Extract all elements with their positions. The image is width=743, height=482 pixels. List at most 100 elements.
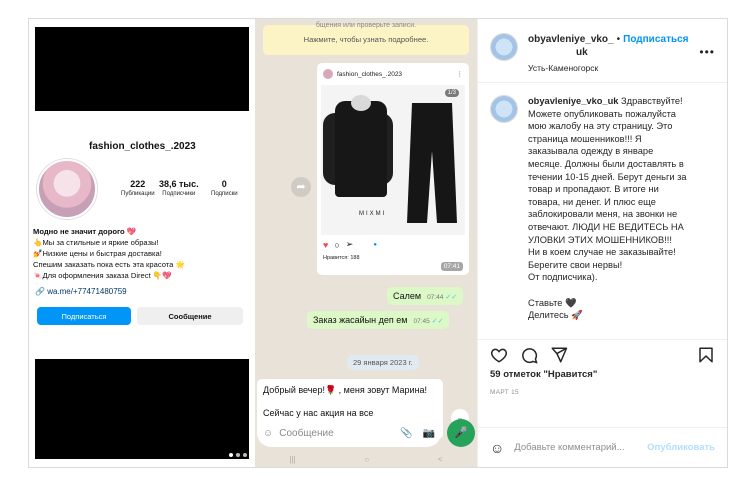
card-actions: ♥ ○ ➢ ● xyxy=(323,239,377,250)
follow-button[interactable]: Подписаться xyxy=(623,34,688,45)
caption-line: Берегите свои нервы! xyxy=(528,259,623,270)
photo-counter: 1/3 xyxy=(444,89,459,97)
vest-shape xyxy=(335,95,387,197)
system-notice-top: бщения или проверьте записи. xyxy=(315,22,417,29)
read-ticks-icon: ✓✓ xyxy=(431,318,444,325)
chat-screenshot: бщения или проверьте записи. Нажмите, чт… xyxy=(255,19,477,467)
stat-following-count: 0 xyxy=(221,179,227,189)
caption-line: Ни в коем случае не заказывайте! xyxy=(528,247,676,258)
system-notice-text: Нажмите, чтобы узнать подробнее. xyxy=(303,35,429,44)
carousel-dot[interactable] xyxy=(243,453,247,457)
chat-date-pill: 29 января 2023 г. xyxy=(347,355,419,370)
card-time: 07:41 xyxy=(440,262,463,271)
caption-line: Делитесь 🚀 xyxy=(528,310,583,321)
card-likes: Нравится: 188 xyxy=(323,255,360,261)
comment-bubble-icon[interactable] xyxy=(520,346,538,364)
stat-posts-count: 222 xyxy=(130,179,146,189)
comment-input[interactable]: Добавьте комментарий... xyxy=(514,442,624,453)
caption-author-avatar[interactable] xyxy=(490,95,518,123)
caption-line: страница мошенников!!! Я xyxy=(528,133,642,144)
profile-follow-button: Подписаться xyxy=(37,307,131,325)
card-more-icon: ⋮ xyxy=(456,71,464,78)
stat-following: 0 Подписки xyxy=(211,179,238,197)
message-time: 07:45 xyxy=(413,318,430,325)
caption-line: отвечают. ЛЮДИ НЕ ВЕДИТЕСЬ НА xyxy=(528,221,684,232)
black-area-bottom xyxy=(35,359,249,459)
post-sidebar: obyavleniye_vko_ • Подписаться uk Усть-Кам… xyxy=(477,19,727,467)
emoji-icon[interactable]: ☺ xyxy=(490,440,504,456)
profile-screenshot: fashion_clothes_.2023 222 Публикации 38,… xyxy=(29,19,251,467)
pager-dot-icon: ● xyxy=(373,241,377,248)
caption-line: товара, ни денег. И плюс еще xyxy=(528,196,656,207)
camera-icon: 📷 xyxy=(422,427,435,439)
forward-icon: ➦ xyxy=(291,177,311,197)
carousel-indicator[interactable] xyxy=(229,453,247,457)
heart-icon: ♥ xyxy=(323,239,329,250)
message-time: 07:44 xyxy=(427,294,444,301)
stat-following-label: Подписки xyxy=(211,191,238,197)
publish-button[interactable]: Опубликовать xyxy=(647,442,715,453)
caption-line: заблокировали меня, на звонки не xyxy=(528,209,678,220)
stat-followers: 38,6 тыс. Подписчики xyxy=(159,179,199,197)
chat-composer: ☺ Сообщение 📎 📷 xyxy=(257,419,441,447)
caption-author[interactable]: obyavleniye_vko_uk xyxy=(528,96,618,106)
outgoing-message: Салем 07:44 ✓✓ xyxy=(387,287,464,305)
product-photo: MIXMI 1/3 xyxy=(321,85,465,235)
caption-line: От подписчика). xyxy=(528,272,598,283)
instagram-post: fashion_clothes_.2023 222 Публикации 38,… xyxy=(28,18,728,468)
caption-line: Здравствуйте! xyxy=(621,96,683,106)
likes-count[interactable]: 59 отметок "Нравится" xyxy=(478,369,727,385)
message-text: Заказ жасайын деп ем xyxy=(313,315,408,325)
profile-link-text: wa.me/+77471480759 xyxy=(47,287,127,296)
comment-icon: ○ xyxy=(334,239,340,250)
like-heart-icon[interactable] xyxy=(490,346,508,364)
post-header: obyavleniye_vko_ • Подписаться uk Усть-Кам… xyxy=(478,19,727,83)
emoji-icon: ☺ xyxy=(263,427,274,439)
caption-line: течении 10-15 дней. Берут деньги за xyxy=(528,171,687,182)
profile-avatar xyxy=(37,159,97,219)
android-nav-bar: ||| ○ < xyxy=(255,451,477,467)
chat-system-notice: бщения или проверьте записи. Нажмите, чт… xyxy=(263,22,469,55)
bookmark-icon[interactable] xyxy=(697,346,715,364)
bio-line: Модно не значит дорого 💖 xyxy=(33,227,137,236)
composer-placeholder: Сообщение xyxy=(279,427,334,439)
card-header: fashion_clothes_.2023 ⋮ xyxy=(317,63,469,85)
caption-line: товар и пропадают. В итоге ни xyxy=(528,184,659,195)
outgoing-message: Заказ жасайын деп ем 07:45 ✓✓ xyxy=(307,311,450,329)
bio-line: 💅Низкие цены и быстрая доставка! xyxy=(33,249,162,258)
bio-line: Спешим заказать пока есть эта красота 🌟 xyxy=(33,260,185,269)
caption-line: Можете опубликовать пожалуйста xyxy=(528,108,676,119)
caption-area: obyavleniye_vko_uk Здравствуйте! Можете … xyxy=(478,83,727,339)
message-text: Добрый вечер!🌹 , меня зовут Марина! xyxy=(263,385,428,395)
post-location[interactable]: Усть-Каменогорск xyxy=(528,62,689,75)
more-options-icon[interactable]: ••• xyxy=(699,45,715,59)
post-date[interactable]: МАРТ 15 xyxy=(478,385,727,409)
message-text: Салем xyxy=(393,291,422,301)
profile-link: 🔗 wa.me/+77471480759 xyxy=(35,287,127,296)
brand-text: MIXMI xyxy=(359,211,387,217)
nav-home-icon: ○ xyxy=(364,454,370,464)
send-icon: ➢ xyxy=(345,239,354,249)
carousel-dot-active[interactable] xyxy=(229,453,233,457)
post-caption: obyavleniye_vko_uk Здравствуйте! Можете … xyxy=(528,95,700,339)
caption-line: месяце. Должны были доставлять в xyxy=(528,158,684,169)
bio-line: 🍬Для оформления заказа Direct 👇💖 xyxy=(33,271,172,280)
stat-posts-label: Публикации xyxy=(121,191,155,197)
author-avatar[interactable] xyxy=(490,33,518,61)
pants-shape xyxy=(407,103,457,223)
black-area-top xyxy=(35,27,249,111)
post-media[interactable]: fashion_clothes_.2023 222 Публикации 38,… xyxy=(29,19,477,467)
comment-bar: ☺ Добавьте комментарий... Опубликовать xyxy=(478,427,727,467)
stat-followers-label: Подписчики xyxy=(162,191,196,197)
caption-line: заказывала одежду в январе xyxy=(528,146,654,157)
author-username-cont[interactable]: uk xyxy=(576,47,588,58)
carousel-dot[interactable] xyxy=(236,453,240,457)
shared-post-card: fashion_clothes_.2023 ⋮ MIXMI 1/3 ♥ ○ ➢ … xyxy=(317,63,469,275)
link-icon: 🔗 xyxy=(35,287,48,296)
nav-back-icon: < xyxy=(437,454,443,464)
mic-icon: 🎤 xyxy=(447,419,475,447)
profile-message-button: Сообщение xyxy=(137,307,243,325)
share-send-icon[interactable] xyxy=(550,346,568,364)
card-username: fashion_clothes_.2023 xyxy=(337,70,403,78)
author-username[interactable]: obyavleniye_vko_ xyxy=(528,34,614,45)
